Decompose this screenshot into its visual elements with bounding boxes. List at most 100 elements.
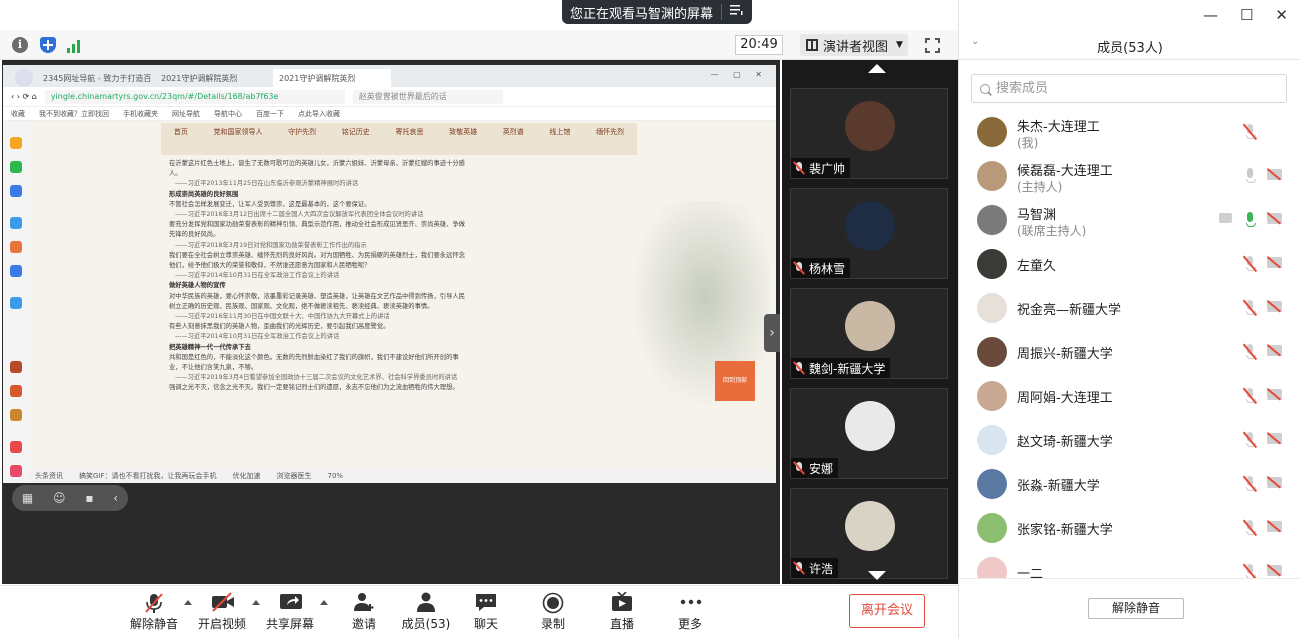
mic-muted-icon[interactable] [1242, 475, 1257, 493]
record-label: 录制 [540, 617, 565, 631]
screen-share-banner[interactable]: 您正在观看马智渊的屏幕 [562, 0, 753, 24]
mic-muted-icon [793, 261, 805, 275]
avatar [845, 101, 895, 151]
member-search-input[interactable] [996, 81, 1276, 96]
video-tile[interactable]: 杨林雪 [790, 188, 948, 279]
members-label: 成员(53) [401, 617, 451, 631]
avatar [977, 469, 1007, 499]
member-row[interactable]: 朱杰-大连理工 (我) [959, 110, 1300, 154]
avatar [845, 401, 895, 451]
camera-off-icon[interactable] [1267, 565, 1282, 576]
video-options-caret[interactable] [252, 600, 260, 605]
fullscreen-icon[interactable] [924, 37, 941, 54]
member-row[interactable]: 马智渊 (联席主持人) [959, 198, 1300, 242]
mic-muted-icon[interactable] [1242, 519, 1257, 537]
unmute-button[interactable]: 解除静音 [124, 592, 184, 632]
share-screen-button[interactable]: 共享屏幕 [260, 592, 320, 632]
mic-muted-icon[interactable] [1242, 123, 1257, 141]
chat-bubble-icon[interactable]: ▪ [85, 491, 93, 505]
mic-muted-icon[interactable] [1242, 255, 1257, 273]
invite-button[interactable]: 邀请 [334, 592, 394, 632]
view-mode-dropdown[interactable]: 演讲者视图 ▼ [800, 34, 908, 56]
info-icon[interactable]: i [12, 37, 28, 53]
collapse-video-strip-button[interactable]: › [764, 314, 780, 352]
member-row[interactable]: 张家铭-新疆大学 [959, 506, 1300, 550]
video-tile[interactable]: 安娜 [790, 388, 948, 479]
camera-off-icon[interactable] [1267, 389, 1282, 400]
avatar [845, 201, 895, 251]
member-row[interactable]: 一二 [959, 550, 1300, 578]
camera-off-icon[interactable] [1267, 477, 1282, 488]
grid-icon[interactable]: ▦ [22, 491, 33, 505]
bookmark-item: 收藏 [11, 109, 25, 118]
collapse-left-icon[interactable]: ‹ [113, 491, 118, 505]
camera-off-icon[interactable] [1267, 257, 1282, 268]
share-options-caret[interactable] [320, 600, 328, 605]
participant-name: 许浩 [809, 561, 834, 576]
more-label: 更多 [677, 617, 702, 631]
member-row[interactable]: 周振兴-新疆大学 [959, 330, 1300, 374]
back-to-top-button: 回到顶部 [715, 361, 755, 401]
scroll-up-icon[interactable] [868, 64, 886, 73]
live-stream-icon [611, 591, 633, 612]
more-button[interactable]: 更多 [660, 592, 720, 632]
camera-off-icon[interactable] [1267, 345, 1282, 356]
close-icon[interactable]: ✕ [1275, 6, 1288, 24]
members-button[interactable]: 成员(53) [394, 592, 458, 632]
camera-off-icon[interactable] [1267, 521, 1282, 532]
member-row[interactable]: 祝金亮—新疆大学 [959, 286, 1300, 330]
member-name: 张家铭-新疆大学 [1017, 523, 1113, 538]
signal-strength-icon[interactable] [67, 37, 83, 53]
search-icon [980, 83, 990, 94]
invite-label: 邀请 [351, 617, 376, 631]
video-tile[interactable]: 许浩 [790, 488, 948, 579]
annotation-float-toolbar[interactable]: ▦ ☺ ▪ ‹ [12, 485, 128, 511]
list-icon[interactable] [730, 4, 744, 20]
mic-muted-icon[interactable] [1242, 563, 1257, 578]
bookmark-item: 我不到收藏？立即找回 [39, 109, 109, 118]
chat-button[interactable]: 聊天 [456, 592, 516, 632]
mic-icon[interactable] [1243, 211, 1257, 229]
camera-off-icon[interactable] [1267, 213, 1282, 224]
minimize-icon[interactable]: — [1203, 6, 1218, 24]
mic-muted-icon[interactable] [1242, 299, 1257, 317]
video-tile[interactable]: 裴广帅 [790, 88, 948, 179]
scroll-down-icon[interactable] [868, 571, 886, 580]
mic-muted-icon[interactable] [1242, 387, 1257, 405]
sidebar-app-icon [10, 441, 22, 453]
site-nav-item: 守护先烈 [288, 128, 317, 136]
mic-icon[interactable] [1243, 167, 1257, 185]
member-row[interactable]: 张淼-新疆大学 [959, 462, 1300, 506]
participants-panel: — ☐ ✕ ⌄ 成员(53人) 朱杰-大连理工(我)候磊磊-大连理工(主持人)马… [958, 0, 1300, 638]
emoji-icon[interactable]: ☺ [53, 491, 66, 505]
member-row[interactable]: 周阿娟-大连理工 [959, 374, 1300, 418]
mic-muted-icon[interactable] [1242, 431, 1257, 449]
member-row[interactable]: 左童久 [959, 242, 1300, 286]
maximize-icon[interactable]: ☐ [1240, 6, 1253, 24]
mic-muted-icon[interactable] [1242, 343, 1257, 361]
avatar [977, 381, 1007, 411]
camera-off-icon[interactable] [1267, 169, 1282, 180]
camera-off-icon[interactable] [1267, 433, 1282, 444]
mic-muted-icon [793, 161, 805, 175]
member-name: 一二 [1017, 567, 1044, 578]
camera-off-icon[interactable] [1267, 301, 1282, 312]
site-nav-item: 线上馆 [549, 128, 571, 136]
record-button[interactable]: 录制 [523, 592, 583, 632]
member-search-box[interactable] [971, 74, 1287, 103]
member-row[interactable]: 赵文琦-新疆大学 [959, 418, 1300, 462]
member-row[interactable]: 候磊磊-大连理工 (主持人) [959, 154, 1300, 198]
leave-meeting-button[interactable]: 离开会议 [849, 594, 925, 628]
browser-status-bar: 头条资讯 搞笑GIF：请也不看打扰我，让我再玩会手机 优化加速 浏览器医生 70… [29, 469, 776, 483]
live-stream-button[interactable]: 直播 [592, 591, 652, 632]
video-tile-name: 许浩 [791, 558, 839, 578]
record-icon [542, 592, 564, 614]
security-shield-icon[interactable] [40, 37, 56, 53]
member-name: 左童久 [1017, 259, 1057, 274]
site-nav-item: 致敬英雄 [449, 128, 478, 136]
audio-options-caret[interactable] [184, 600, 192, 605]
start-video-button[interactable]: 开启视频 [192, 592, 252, 632]
member-name: 朱杰-大连理工 [1017, 120, 1100, 135]
unmute-all-button[interactable]: 解除静音 [1088, 598, 1184, 619]
video-tile[interactable]: 魏剑-新疆大学 [790, 288, 948, 379]
